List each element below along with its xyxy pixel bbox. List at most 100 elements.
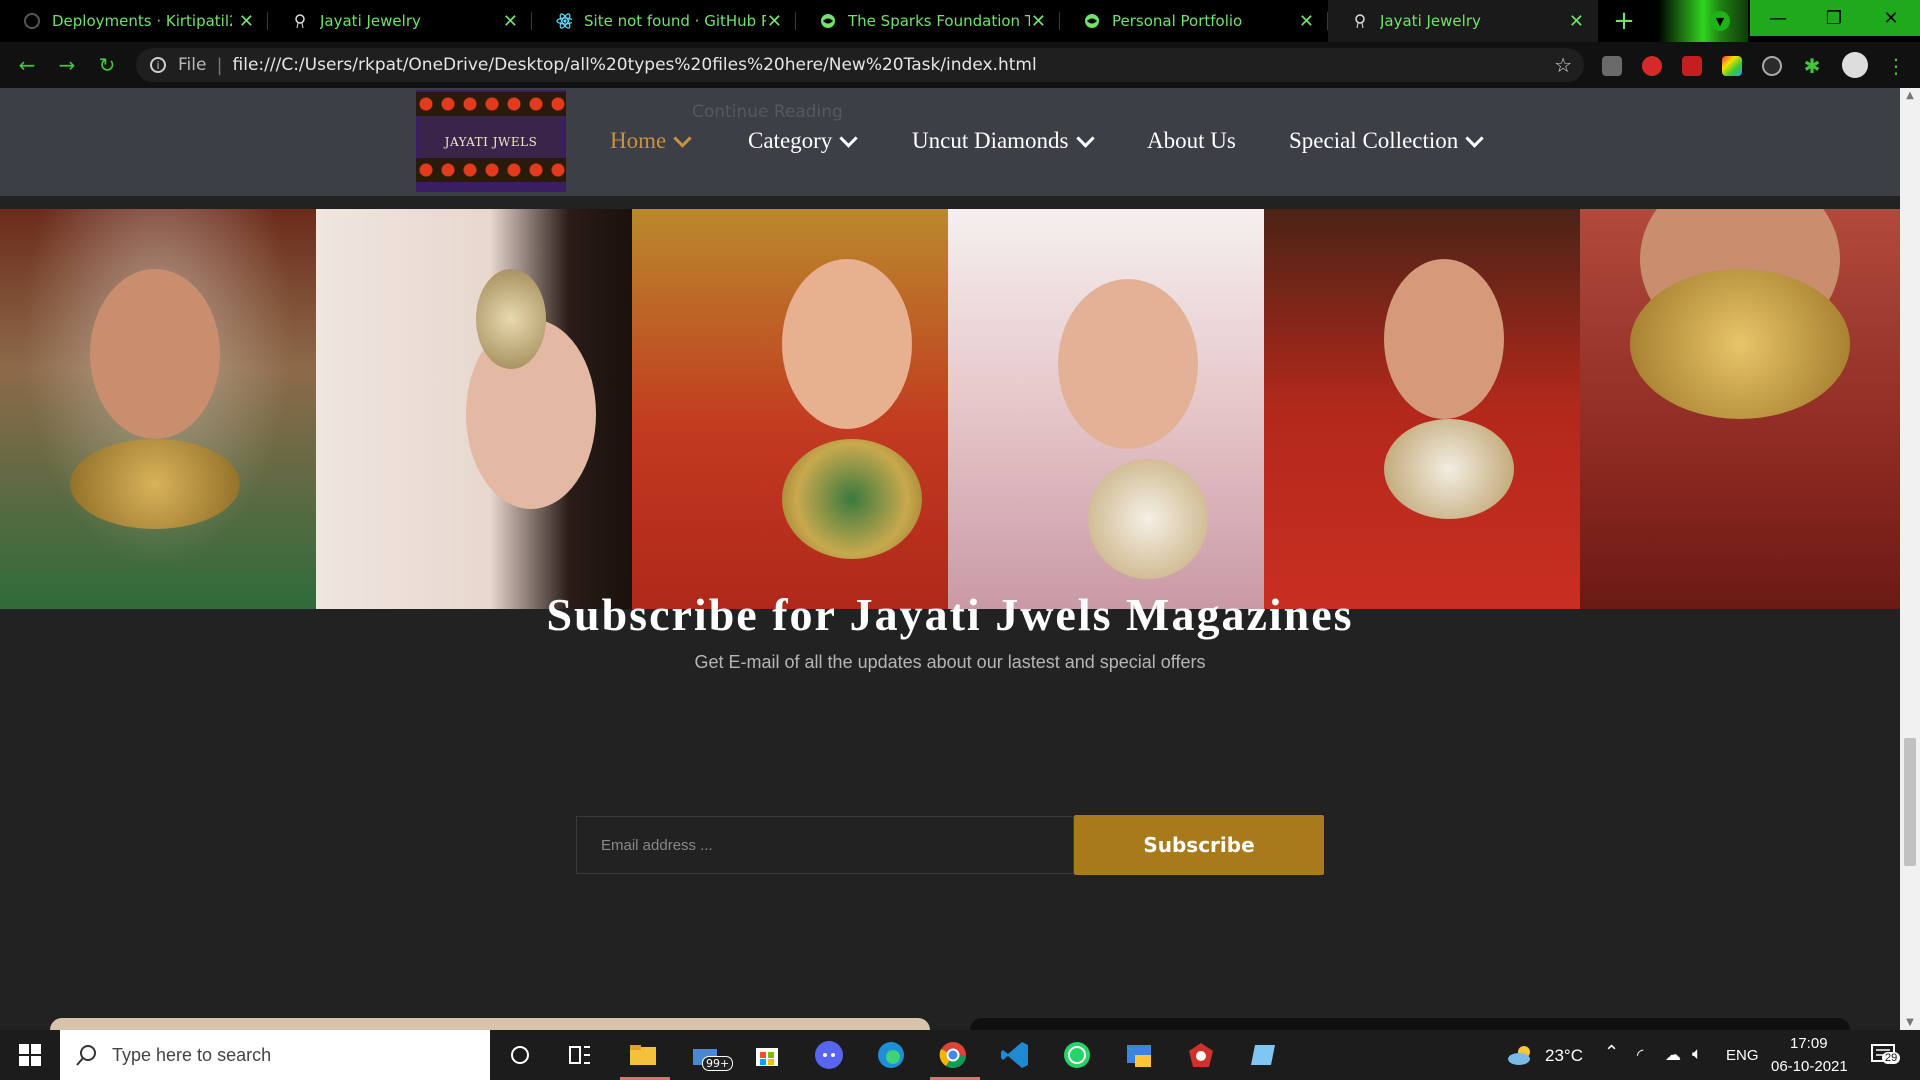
extension-badge-icon[interactable]: ▼	[1710, 11, 1730, 31]
gallery-image[interactable]	[948, 209, 1264, 609]
gallery-image[interactable]	[632, 209, 948, 609]
subscribe-title: Subscribe for Jayati Jwels Magazines	[546, 589, 1354, 640]
task-view-icon[interactable]	[563, 1038, 597, 1072]
close-window-button[interactable]: ✕	[1862, 0, 1920, 36]
vscode-icon[interactable]	[998, 1038, 1032, 1072]
tab-title: Personal Portfolio	[1112, 12, 1243, 30]
extension-icon[interactable]	[1602, 56, 1622, 76]
gallery-image[interactable]	[0, 209, 316, 609]
puzzle-icon[interactable]: ✱	[1802, 56, 1822, 76]
browser-tab[interactable]: Deployments · Kirtipatil2001 ✕	[0, 0, 268, 42]
file-explorer-icon[interactable]	[626, 1038, 660, 1072]
restore-button[interactable]: ❐	[1806, 0, 1862, 36]
microsoft-store-icon[interactable]	[750, 1038, 784, 1072]
email-input[interactable]	[576, 816, 1074, 874]
scroll-up-icon[interactable]: ▲	[1900, 90, 1920, 101]
tab-title: Deployments · Kirtipatil2001	[52, 12, 232, 30]
taskbar-search-box[interactable]: Type here to search	[60, 1030, 490, 1080]
nav-category[interactable]: Category	[748, 128, 859, 154]
windows-taskbar: Type here to search 99+ 23°C ⌃ ◜ ☁ 🔈︎ EN…	[0, 1030, 1920, 1080]
notepad-icon[interactable]	[1246, 1038, 1280, 1072]
settings-app-icon[interactable]	[1184, 1038, 1218, 1072]
avatar[interactable]	[1842, 52, 1868, 78]
store-bag-icon[interactable]: 99+	[688, 1038, 734, 1072]
content-card	[970, 1018, 1850, 1030]
back-icon[interactable]: ←	[14, 52, 40, 78]
content-card	[50, 1018, 930, 1030]
clock-time[interactable]: 17:09	[1790, 1035, 1828, 1052]
browser-tab[interactable]: The Sparks Foundation TASK ✕	[796, 0, 1060, 42]
site-logo[interactable]: JAYATI JWELS	[416, 90, 566, 192]
windows-start-icon[interactable]	[0, 1030, 60, 1080]
volume-icon[interactable]: 🔈︎	[1692, 1044, 1702, 1064]
weather-icon[interactable]	[1504, 1038, 1538, 1072]
nav-label: About Us	[1147, 128, 1236, 153]
onedrive-cloud-icon[interactable]: ☁	[1665, 1045, 1681, 1065]
chevron-up-icon[interactable]: ⌃	[1604, 1042, 1619, 1063]
notification-count: 29	[1882, 1052, 1901, 1064]
extension-icon[interactable]	[1762, 56, 1782, 76]
browser-tab-active[interactable]: Jayati Jewelry ✕	[1328, 0, 1598, 42]
tab-title: Jayati Jewelry	[1380, 12, 1481, 30]
network-icon[interactable]: ◜	[1637, 1045, 1643, 1065]
extension-icon[interactable]	[1722, 56, 1742, 76]
close-icon[interactable]: ✕	[503, 11, 518, 32]
close-icon[interactable]: ✕	[1031, 11, 1046, 32]
close-icon[interactable]: ✕	[1569, 11, 1584, 32]
cortana-icon[interactable]	[503, 1038, 537, 1072]
forward-icon[interactable]: →	[54, 52, 80, 78]
clock-date[interactable]: 06-10-2021	[1771, 1058, 1848, 1075]
page-scrollbar[interactable]: ▲ ▼	[1900, 88, 1920, 1030]
bookmark-star-icon[interactable]: ☆	[1554, 53, 1572, 77]
browser-tab[interactable]: Jayati Jewelry ✕	[268, 0, 532, 42]
input-language[interactable]: ENG	[1726, 1047, 1759, 1064]
browser-theme-decoration	[1658, 0, 1748, 42]
continue-reading-ghost: Continue Reading	[692, 102, 843, 122]
globe-icon	[1084, 13, 1100, 29]
gallery-image[interactable]	[316, 209, 632, 609]
weather-temperature: 23°C	[1545, 1046, 1583, 1065]
gallery-image[interactable]	[1264, 209, 1580, 609]
new-tab-button[interactable]: +	[1610, 7, 1638, 35]
search-placeholder: Type here to search	[112, 1044, 272, 1065]
nav-label: Category	[748, 128, 833, 153]
address-bar[interactable]: i File | file:///C:/Users/rkpat/OneDrive…	[136, 48, 1584, 82]
extension-icon[interactable]	[1642, 56, 1662, 76]
menu-dots-icon[interactable]: ⋮	[1886, 56, 1906, 76]
chrome-icon[interactable]	[936, 1038, 970, 1072]
info-icon[interactable]: i	[150, 57, 166, 73]
nav-special-collection[interactable]: Special Collection	[1289, 128, 1484, 154]
nav-label: Special Collection	[1289, 128, 1459, 153]
extension-icon[interactable]	[1682, 56, 1702, 76]
gallery-image[interactable]	[1580, 209, 1900, 609]
scheme-label: File	[178, 55, 207, 75]
globe-icon	[820, 13, 836, 29]
scrollbar-thumb[interactable]	[1904, 738, 1916, 866]
reload-icon[interactable]: ↻	[94, 52, 120, 78]
chevron-down-icon	[1465, 128, 1484, 148]
nav-about-us[interactable]: About Us	[1147, 128, 1236, 154]
browser-tab[interactable]: Personal Portfolio ✕	[1060, 0, 1328, 42]
notifications-icon[interactable]: 29	[1866, 1038, 1901, 1072]
edge-icon[interactable]	[874, 1038, 908, 1072]
nav-home[interactable]: Home	[610, 128, 692, 154]
control-panel-icon[interactable]	[1122, 1038, 1156, 1072]
url-text[interactable]: file:///C:/Users/rkpat/OneDrive/Desktop/…	[233, 55, 1037, 75]
discord-icon[interactable]	[812, 1038, 846, 1072]
nav-uncut-diamonds[interactable]: Uncut Diamonds	[912, 128, 1095, 154]
browser-tab[interactable]: Site not found · GitHub Pages ✕	[532, 0, 796, 42]
browser-tab-bar: Deployments · Kirtipatil2001 ✕ Jayati Je…	[0, 0, 1920, 42]
page-viewport: JAYATI JWELS Continue Reading Home Categ…	[0, 88, 1900, 1030]
scroll-down-icon[interactable]: ▼	[1900, 1017, 1920, 1028]
chevron-down-icon	[839, 128, 859, 148]
close-icon[interactable]: ✕	[239, 11, 254, 32]
chevron-down-icon	[673, 128, 692, 148]
close-icon[interactable]: ✕	[1299, 11, 1314, 32]
close-icon[interactable]: ✕	[767, 11, 782, 32]
search-icon	[76, 1045, 96, 1066]
jewelry-favicon-icon	[1352, 13, 1368, 29]
subscribe-button[interactable]: Subscribe	[1074, 815, 1324, 875]
github-icon	[24, 13, 40, 29]
minimize-button[interactable]: —	[1750, 0, 1806, 36]
whatsapp-icon[interactable]	[1060, 1038, 1094, 1072]
